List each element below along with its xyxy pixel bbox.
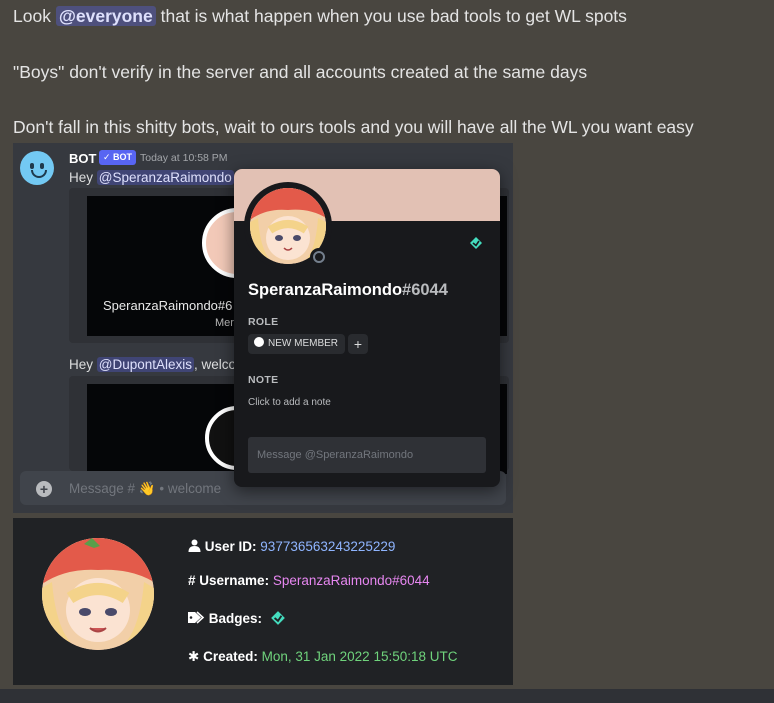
offline-status-icon xyxy=(310,248,328,266)
role-new-member[interactable]: NEW MEMBER xyxy=(248,334,345,354)
add-attachment-icon[interactable]: + xyxy=(36,481,52,497)
user-id-field: User ID: 937736563243225229 xyxy=(188,539,395,554)
user-icon xyxy=(188,539,201,552)
created-field: ✱ Created: Mon, 31 Jan 2022 15:50:18 UTC xyxy=(188,649,458,665)
user-mention[interactable]: @SperanzaRaimondo xyxy=(96,170,234,185)
bot-username[interactable]: BOT xyxy=(69,151,96,166)
profile-username: SperanzaRaimondo#6044 xyxy=(248,281,448,299)
created-value: Mon, 31 Jan 2022 15:50:18 UTC xyxy=(261,649,458,664)
bottom-bar xyxy=(0,689,774,703)
badges-label: Badges: xyxy=(208,611,263,626)
role-section-header: ROLE xyxy=(248,316,279,328)
direct-message-input[interactable]: Message @SperanzaRaimondo xyxy=(248,437,486,473)
user-mention[interactable]: @DupontAlexis xyxy=(96,357,195,372)
welcome-username: SperanzaRaimondo#6 xyxy=(103,298,233,313)
created-label: Created: xyxy=(203,649,258,664)
username-value: SperanzaRaimondo#6044 xyxy=(272,573,430,588)
welcome-subtitle: Mer xyxy=(215,317,234,329)
hypesquad-badge-icon[interactable] xyxy=(469,236,483,250)
everyone-mention[interactable]: @everyone xyxy=(55,6,156,26)
hypesquad-badge-icon xyxy=(270,611,285,625)
message-timestamp: Today at 10:58 PM xyxy=(140,152,228,164)
message-line-3: Don't fall in this shitty bots, wait to … xyxy=(13,117,694,137)
note-input[interactable]: Click to add a note xyxy=(248,397,331,408)
message-text: Look xyxy=(13,6,56,26)
message-line-1: Look @everyone that is what happen when … xyxy=(13,6,627,27)
username-field: # Username: SperanzaRaimondo#6044 xyxy=(188,573,430,588)
attached-screenshot-userinfo[interactable]: User ID: 937736563243225229 # Username: … xyxy=(13,518,513,685)
user-avatar-large xyxy=(42,538,154,650)
user-id-label: User ID: xyxy=(204,539,257,554)
user-id-value: 937736563243225229 xyxy=(260,539,396,554)
message-text: that is what happen when you use bad too… xyxy=(155,6,627,26)
welcome-message-1: Hey @SperanzaRaimondo, xyxy=(69,170,238,185)
role-color-dot xyxy=(254,337,264,347)
asterisk-icon: ✱ xyxy=(188,649,200,664)
bot-avatar[interactable] xyxy=(20,151,54,185)
note-section-header: NOTE xyxy=(248,374,279,386)
welcome-message-2: Hey @DupontAlexis, welco xyxy=(69,357,237,372)
bot-tag-badge: ✓ BOT xyxy=(99,150,137,165)
chat-input-placeholder: Message # 👋 • welcome xyxy=(69,481,222,496)
hash-icon: # xyxy=(188,573,196,588)
user-profile-popout: SperanzaRaimondo#6044 ROLE NEW MEMBER + … xyxy=(234,169,500,487)
message-line-2: "Boys" don't verify in the server and al… xyxy=(13,62,588,82)
badges-field: Badges: xyxy=(188,610,286,626)
add-role-button[interactable]: + xyxy=(348,334,368,354)
direct-message-placeholder: Message @SperanzaRaimondo xyxy=(257,449,414,461)
username-label: Username: xyxy=(199,573,270,588)
tags-icon xyxy=(188,611,205,624)
profile-avatar-frame xyxy=(244,182,332,270)
